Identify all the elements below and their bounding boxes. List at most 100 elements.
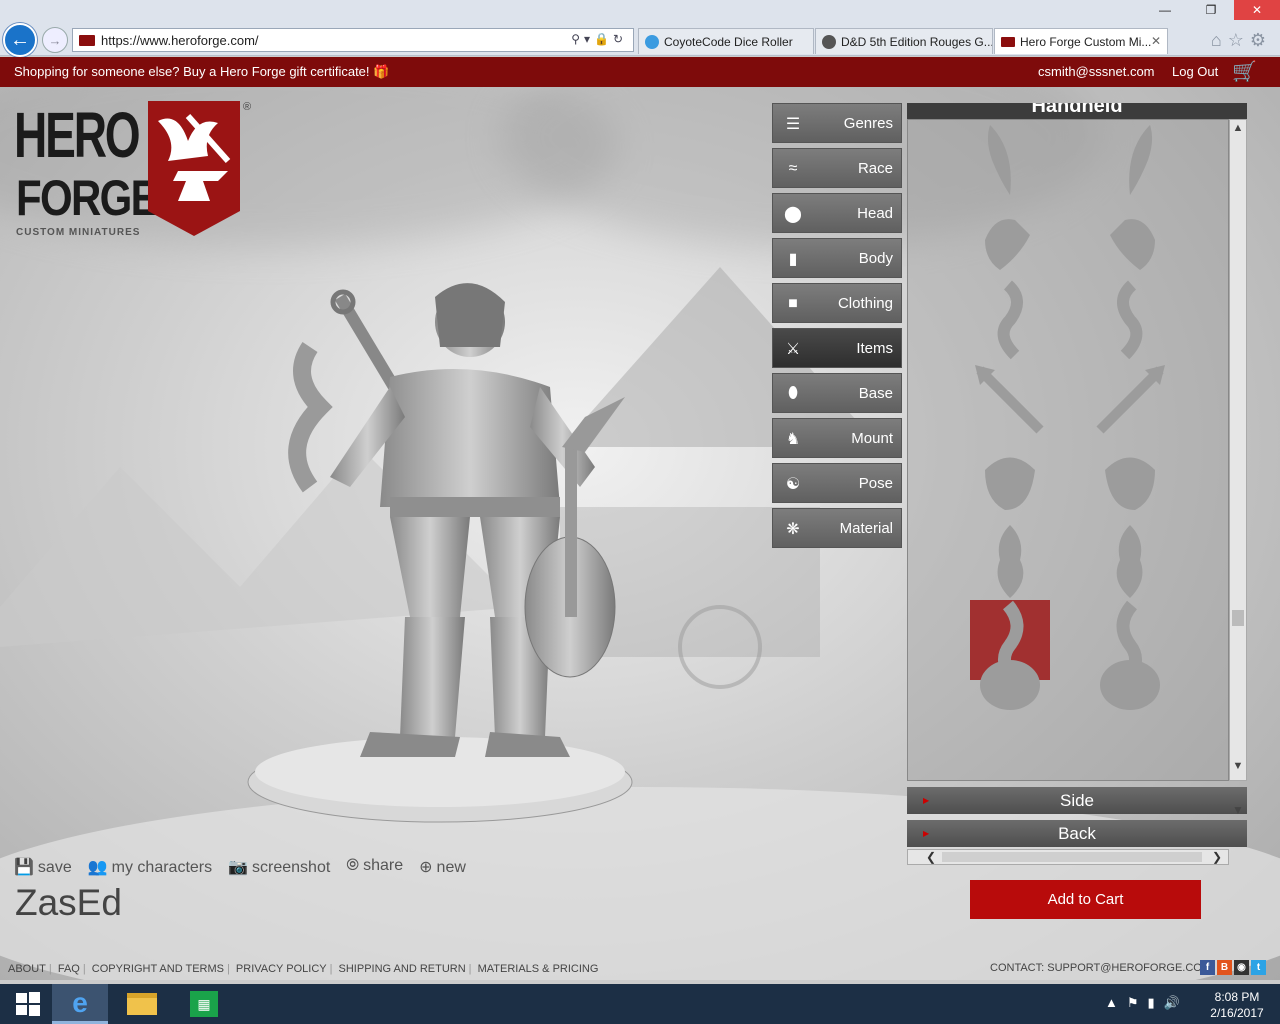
start-button[interactable]: [0, 984, 56, 1024]
taskbar-internet-explorer[interactable]: e: [52, 984, 108, 1024]
list-icon: ☰: [785, 116, 801, 133]
footer-link-about[interactable]: ABOUT: [8, 963, 46, 975]
item-thumbnail[interactable]: [1090, 360, 1170, 440]
arrow-left-icon: ←: [10, 28, 30, 51]
volume-icon[interactable]: 🔊: [1164, 995, 1189, 1010]
favorites-star-icon[interactable]: ☆: [1228, 30, 1250, 50]
cart-icon[interactable]: 🛒: [1232, 59, 1257, 84]
internet-explorer-icon: e: [72, 986, 88, 1018]
menu-head[interactable]: ⬤ Head: [772, 193, 902, 233]
twitter-icon[interactable]: t: [1251, 960, 1266, 975]
settings-gear-icon[interactable]: ⚙: [1250, 30, 1272, 50]
material-icon: ❋: [786, 521, 800, 538]
menu-material[interactable]: ❋ Material: [772, 508, 902, 548]
footer-link-copyright[interactable]: COPYRIGHT AND TERMS: [92, 963, 224, 975]
menu-items[interactable]: ⚔ Items: [772, 328, 902, 368]
address-tools[interactable]: ⚲▾🔒↻: [571, 32, 627, 46]
menu-genres[interactable]: ☰ Genres: [772, 103, 902, 143]
side-slot-button[interactable]: ▶ Side: [907, 787, 1247, 814]
home-icon[interactable]: ⌂: [1211, 30, 1228, 50]
contact-email[interactable]: CONTACT: SUPPORT@HEROFORGE.COM: [990, 962, 1211, 974]
facebook-icon[interactable]: f: [1200, 960, 1215, 975]
screenshot-button[interactable]: 📷 screenshot: [228, 857, 330, 877]
item-thumbnail[interactable]: [970, 360, 1050, 440]
tab-dnd-rogues[interactable]: D&D 5th Edition Rouges G...: [815, 28, 993, 54]
system-clock[interactable]: 8:08 PM 2/16/2017: [1204, 989, 1270, 1021]
item-thumbnail[interactable]: [970, 200, 1050, 280]
network-icon[interactable]: ▮: [1148, 995, 1164, 1010]
menu-mount[interactable]: ♞ Mount: [772, 418, 902, 458]
vertical-scrollbar[interactable]: ▲ ▼: [1229, 119, 1247, 781]
scroll-left-icon[interactable]: ❮: [926, 850, 936, 864]
scroll-down-icon[interactable]: ▼: [1230, 760, 1246, 778]
item-grid: [907, 119, 1229, 781]
system-tray: ▲⚑▮🔊: [1105, 995, 1189, 1011]
new-button[interactable]: ⊕ new: [419, 857, 466, 877]
item-thumbnail[interactable]: [1090, 280, 1170, 360]
scroll-thumb[interactable]: [942, 852, 1202, 862]
item-thumbnail[interactable]: [1090, 520, 1170, 600]
back-slot-button[interactable]: ▶ Back: [907, 820, 1247, 847]
item-thumbnail[interactable]: [1090, 640, 1170, 720]
heroforge-logo[interactable]: HERO FORGE CUSTOM MINIATURES ®: [14, 101, 254, 241]
menu-pose[interactable]: ☯ Pose: [772, 463, 902, 503]
taskbar-file-explorer[interactable]: [114, 984, 170, 1024]
scroll-up-icon[interactable]: ▲: [1230, 122, 1246, 140]
footer-link-shipping[interactable]: SHIPPING AND RETURN: [339, 963, 466, 975]
close-tab-icon[interactable]: ✕: [1151, 34, 1161, 48]
logout-link[interactable]: Log Out: [1172, 64, 1218, 79]
head-icon: ⬤: [784, 206, 802, 223]
panel-header: Handheld: [907, 103, 1247, 119]
pose-icon: ☯: [785, 476, 801, 493]
back-button[interactable]: ←: [3, 23, 37, 57]
share-button[interactable]: ⦾ share: [346, 857, 403, 877]
character-name[interactable]: ZasEd: [15, 882, 122, 924]
gift-certificate-link[interactable]: Shopping for someone else? Buy a Hero Fo…: [14, 64, 389, 80]
footer-link-privacy[interactable]: PRIVACY POLICY: [236, 963, 327, 975]
shirt-icon: ■: [788, 295, 798, 312]
items-panel: Handheld ▲ ▼ ▶ Side ▶ Back ▼ ❮ ❯: [907, 103, 1247, 883]
my-characters-button[interactable]: 👥 my characters: [88, 857, 212, 877]
forward-button[interactable]: →: [42, 27, 68, 53]
scroll-thumb[interactable]: [1232, 610, 1244, 626]
menu-body[interactable]: ▮ Body: [772, 238, 902, 278]
save-button[interactable]: 💾 save: [14, 857, 72, 877]
viewport-stage[interactable]: HERO FORGE CUSTOM MINIATURES ® ☰ Genres …: [0, 87, 1280, 980]
instagram-icon[interactable]: ◉: [1234, 960, 1249, 975]
item-thumbnail[interactable]: [1090, 120, 1170, 200]
promo-text: Shopping for someone else? Buy a Hero Fo…: [14, 64, 370, 79]
character-miniature-model[interactable]: [240, 277, 640, 827]
item-thumbnail[interactable]: [970, 280, 1050, 360]
tool-label: my characters: [111, 859, 213, 876]
tab-heroforge[interactable]: Hero Forge Custom Mi... ✕: [994, 28, 1168, 54]
horizontal-scrollbar[interactable]: ❮ ❯: [907, 849, 1229, 865]
tab-label: CoyoteCode Dice Roller: [664, 34, 793, 49]
minimize-button[interactable]: —: [1142, 0, 1188, 20]
tab-coyotecode[interactable]: CoyoteCode Dice Roller: [638, 28, 814, 54]
maximize-button[interactable]: ❐: [1188, 0, 1234, 20]
close-window-button[interactable]: ✕: [1234, 0, 1280, 20]
menu-base[interactable]: ⬮ Base: [772, 373, 902, 413]
item-thumbnail[interactable]: [970, 440, 1050, 520]
characters-icon: 👥: [87, 859, 108, 876]
panel-scroll-down-icon[interactable]: ▼: [1229, 803, 1247, 863]
flag-icon[interactable]: ⚑: [1127, 995, 1148, 1010]
back-label: Back: [1058, 824, 1096, 843]
scroll-right-icon[interactable]: ❯: [1212, 850, 1222, 864]
heroforge-page-icon: [1001, 36, 1015, 47]
item-thumbnail[interactable]: [970, 520, 1050, 600]
menu-clothing[interactable]: ■ Clothing: [772, 283, 902, 323]
item-thumbnail[interactable]: [1090, 440, 1170, 520]
item-thumbnail[interactable]: [970, 120, 1050, 200]
add-to-cart-button[interactable]: Add to Cart: [970, 880, 1201, 919]
item-thumbnail[interactable]: [1090, 200, 1170, 280]
footer-link-faq[interactable]: FAQ: [58, 963, 80, 975]
item-thumbnail[interactable]: [970, 640, 1050, 720]
address-bar[interactable]: https://www.heroforge.com/ ⚲▾🔒↻: [72, 28, 634, 52]
taskbar-store[interactable]: ▦: [176, 984, 232, 1024]
footer-link-materials[interactable]: MATERIALS & PRICING: [478, 963, 599, 975]
menu-race[interactable]: ≈ Race: [772, 148, 902, 188]
account-email-link[interactable]: csmith@sssnet.com: [1038, 64, 1155, 79]
blogger-icon[interactable]: B: [1217, 960, 1232, 975]
tray-chevron-icon[interactable]: ▲: [1105, 995, 1127, 1010]
